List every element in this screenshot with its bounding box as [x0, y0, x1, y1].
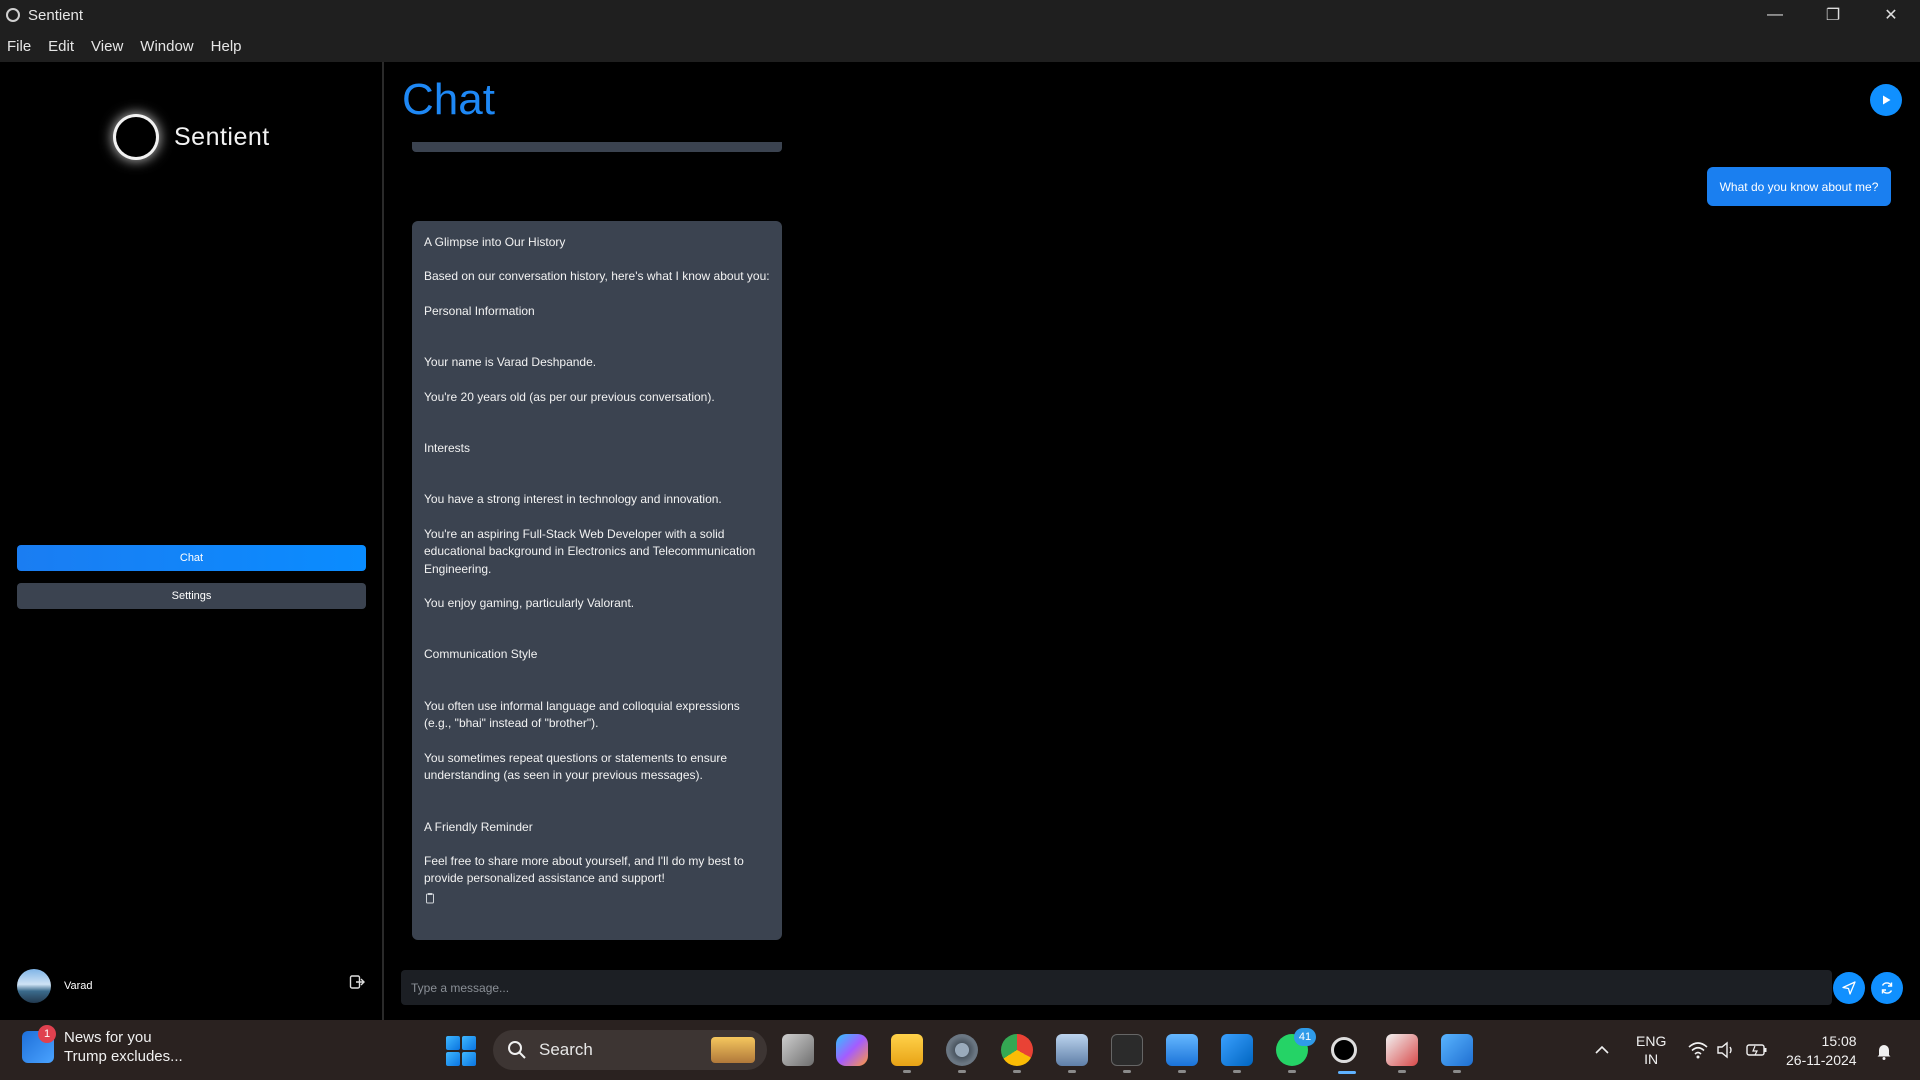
previous-message-bubble — [412, 142, 782, 152]
refresh-button[interactable] — [1871, 972, 1903, 1004]
window-title: Sentient — [28, 6, 84, 24]
logout-icon[interactable] — [349, 974, 365, 990]
send-button[interactable] — [1833, 972, 1865, 1004]
menu-help[interactable]: Help — [211, 38, 242, 55]
message-item: Your name is Varad Deshpande. — [424, 355, 597, 370]
language-indicator[interactable]: ENG IN — [1636, 1032, 1666, 1068]
copilot-icon[interactable] — [836, 1034, 868, 1066]
whatsapp-badge: 41 — [1294, 1028, 1316, 1046]
menu-view[interactable]: View — [91, 38, 123, 55]
message-closing: Feel free to share more about yourself, … — [424, 853, 744, 886]
message-item: You sometimes repeat questions or statem… — [424, 750, 728, 783]
wifi-icon[interactable] — [1688, 1041, 1708, 1059]
menu-window[interactable]: Window — [140, 38, 193, 55]
paint-icon[interactable] — [1441, 1034, 1473, 1066]
menu-bar: File Edit View Window Help — [0, 30, 1920, 62]
message-item: You're 20 years old (as per our previous… — [424, 389, 715, 404]
minimize-icon[interactable]: — — [1746, 0, 1804, 30]
window-titlebar: Sentient — ❐ ✕ — [0, 0, 1920, 30]
vscode-icon[interactable] — [1221, 1034, 1253, 1066]
section-title: A Friendly Reminder — [424, 819, 533, 834]
message-item: You enjoy gaming, particularly Valorant. — [424, 596, 635, 611]
section-title: Interests — [424, 441, 471, 456]
page-title: Chat — [402, 75, 495, 124]
sidebar: Sentient Chat Settings Varad — [0, 62, 384, 1020]
settings-gear-icon[interactable] — [946, 1034, 978, 1066]
message-item: You're an aspiring Full-Stack Web Develo… — [424, 526, 756, 576]
news-title: News for you — [64, 1029, 152, 1046]
chrome-icon[interactable] — [1001, 1034, 1033, 1066]
close-icon[interactable]: ✕ — [1862, 0, 1920, 30]
region-code: IN — [1644, 1051, 1659, 1067]
clock-time: 15:08 — [1821, 1033, 1857, 1049]
news-badge: 1 — [38, 1025, 56, 1043]
sentient-app-icon[interactable] — [1331, 1037, 1357, 1063]
photos-icon[interactable] — [1056, 1034, 1088, 1066]
search-highlight-image — [711, 1037, 755, 1063]
user-profile[interactable]: Varad — [17, 969, 93, 1003]
news-icon: 1 — [22, 1025, 56, 1063]
taskbar-search[interactable]: Search — [493, 1030, 767, 1070]
section-title: Personal Information — [424, 303, 535, 318]
menu-file[interactable]: File — [7, 38, 31, 55]
terminal-icon[interactable] — [1111, 1034, 1143, 1066]
send-icon — [1842, 981, 1856, 995]
volume-icon[interactable] — [1716, 1041, 1736, 1059]
chat-panel: Chat What do you know about me? A Glimps… — [386, 62, 1920, 1020]
username: Varad — [64, 980, 93, 992]
taskbar: 1 News for you Trump excludes... Search … — [0, 1020, 1920, 1080]
play-icon — [1883, 95, 1891, 105]
copy-icon[interactable] — [424, 892, 436, 904]
file-explorer-icon[interactable] — [891, 1034, 923, 1066]
notification-bell-icon[interactable] — [1876, 1042, 1892, 1060]
window-controls: — ❐ ✕ — [1746, 0, 1920, 30]
system-clock[interactable]: 15:08 26-11-2024 — [1786, 1032, 1857, 1070]
search-icon — [508, 1041, 526, 1059]
avatar — [17, 969, 51, 1003]
notepad-icon[interactable] — [1166, 1034, 1198, 1066]
message-item: You often use informal language and coll… — [424, 698, 740, 731]
clock-date: 26-11-2024 — [1786, 1052, 1857, 1068]
snipping-tool-icon[interactable] — [1386, 1034, 1418, 1066]
assistant-message-bubble: A Glimpse into Our History Based on our … — [412, 221, 782, 940]
brand-name: Sentient — [174, 122, 270, 151]
task-view-icon[interactable] — [782, 1034, 814, 1066]
language-code: ENG — [1636, 1033, 1667, 1049]
message-input[interactable] — [411, 980, 1832, 995]
brand: Sentient — [116, 117, 270, 157]
message-input-container — [401, 970, 1832, 1005]
battery-icon[interactable] — [1746, 1042, 1768, 1058]
refresh-icon — [1881, 982, 1893, 994]
sentient-logo-icon — [116, 117, 156, 157]
play-button[interactable] — [1870, 84, 1902, 116]
menu-edit[interactable]: Edit — [48, 38, 74, 55]
search-label: Search — [539, 1040, 593, 1059]
windows-start-icon[interactable] — [446, 1036, 476, 1066]
user-message-bubble: What do you know about me? — [1707, 167, 1891, 206]
message-heading: A Glimpse into Our History — [424, 235, 566, 249]
message-intro: Based on our conversation history, here'… — [424, 269, 770, 284]
app-icon — [6, 8, 20, 22]
chevron-up-icon[interactable] — [1594, 1042, 1610, 1058]
restore-icon[interactable]: ❐ — [1804, 0, 1862, 30]
message-item: You have a strong interest in technology… — [424, 492, 722, 507]
news-headline: Trump excludes... — [64, 1048, 183, 1065]
nav-settings-button[interactable]: Settings — [17, 583, 366, 609]
section-title: Communication Style — [424, 647, 538, 662]
nav-chat-button[interactable]: Chat — [17, 545, 366, 571]
news-widget[interactable]: 1 News for you Trump excludes... — [22, 1025, 183, 1066]
